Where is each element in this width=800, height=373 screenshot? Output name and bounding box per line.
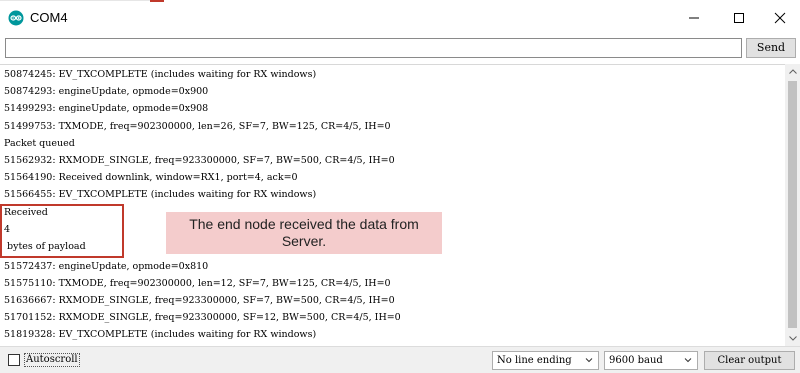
autoscroll-checkbox[interactable] bbox=[8, 354, 20, 366]
minimize-icon bbox=[689, 17, 699, 19]
line-ending-select[interactable]: No line ending bbox=[492, 351, 599, 370]
chevron-up-icon bbox=[788, 69, 797, 74]
output-line: 50874245: EV_TXCOMPLETE (includes waitin… bbox=[4, 69, 317, 80]
bottom-toolbar: Autoscroll No line ending 9600 baud Clea… bbox=[0, 346, 800, 373]
close-icon bbox=[774, 12, 786, 24]
baud-rate-value: 9600 baud bbox=[609, 355, 663, 366]
output-line: 51499753: TXMODE, freq=902300000, len=26… bbox=[4, 121, 391, 132]
close-button[interactable] bbox=[766, 6, 794, 30]
output-line: 51575110: TXMODE, freq=902300000, len=12… bbox=[4, 278, 391, 289]
annotation-callout: The end node received the data from Serv… bbox=[166, 212, 442, 254]
serial-output[interactable]: 50874245: EV_TXCOMPLETE (includes waitin… bbox=[0, 64, 785, 346]
output-line: 51499293: engineUpdate, opmode=0x908 bbox=[4, 103, 209, 114]
output-line: 51566455: EV_TXCOMPLETE (includes waitin… bbox=[4, 189, 317, 200]
output-line: 51564190: Received downlink, window=RX1,… bbox=[4, 172, 298, 183]
line-ending-value: No line ending bbox=[497, 355, 572, 366]
baud-rate-select[interactable]: 9600 baud bbox=[604, 351, 698, 370]
output-line: 50874293: engineUpdate, opmode=0x900 bbox=[4, 86, 209, 97]
chevron-down-icon bbox=[585, 358, 593, 363]
chevron-down-icon bbox=[684, 358, 692, 363]
chevron-down-icon bbox=[788, 336, 797, 341]
send-input[interactable] bbox=[5, 38, 742, 58]
maximize-button[interactable] bbox=[725, 6, 753, 30]
scroll-down-button[interactable] bbox=[785, 331, 800, 346]
send-button[interactable]: Send bbox=[746, 38, 796, 58]
autoscroll-label[interactable]: Autoscroll bbox=[24, 353, 80, 367]
minimize-button[interactable] bbox=[680, 6, 708, 30]
output-line: 51572437: engineUpdate, opmode=0x810 bbox=[4, 261, 209, 272]
scroll-thumb[interactable] bbox=[788, 81, 797, 328]
window-title: COM4 bbox=[30, 10, 68, 25]
title-bar: COM4 bbox=[0, 0, 800, 36]
output-line: 51636667: RXMODE_SINGLE, freq=923300000,… bbox=[4, 295, 395, 306]
arduino-infinity-icon bbox=[8, 10, 24, 26]
maximize-icon bbox=[734, 13, 744, 23]
received-highlight-box bbox=[0, 204, 124, 258]
clear-output-button[interactable]: Clear output bbox=[704, 351, 795, 370]
output-line: 51562932: RXMODE_SINGLE, freq=923300000,… bbox=[4, 155, 395, 166]
title-top-edge bbox=[0, 0, 800, 2]
vertical-scrollbar[interactable] bbox=[785, 64, 800, 346]
scroll-up-button[interactable] bbox=[785, 64, 800, 79]
send-row: Send bbox=[0, 36, 800, 62]
output-line: 51701152: RXMODE_SINGLE, freq=923300000,… bbox=[4, 312, 401, 323]
output-line: Packet queued bbox=[4, 138, 75, 149]
output-line: 51819328: EV_TXCOMPLETE (includes waitin… bbox=[4, 329, 317, 340]
